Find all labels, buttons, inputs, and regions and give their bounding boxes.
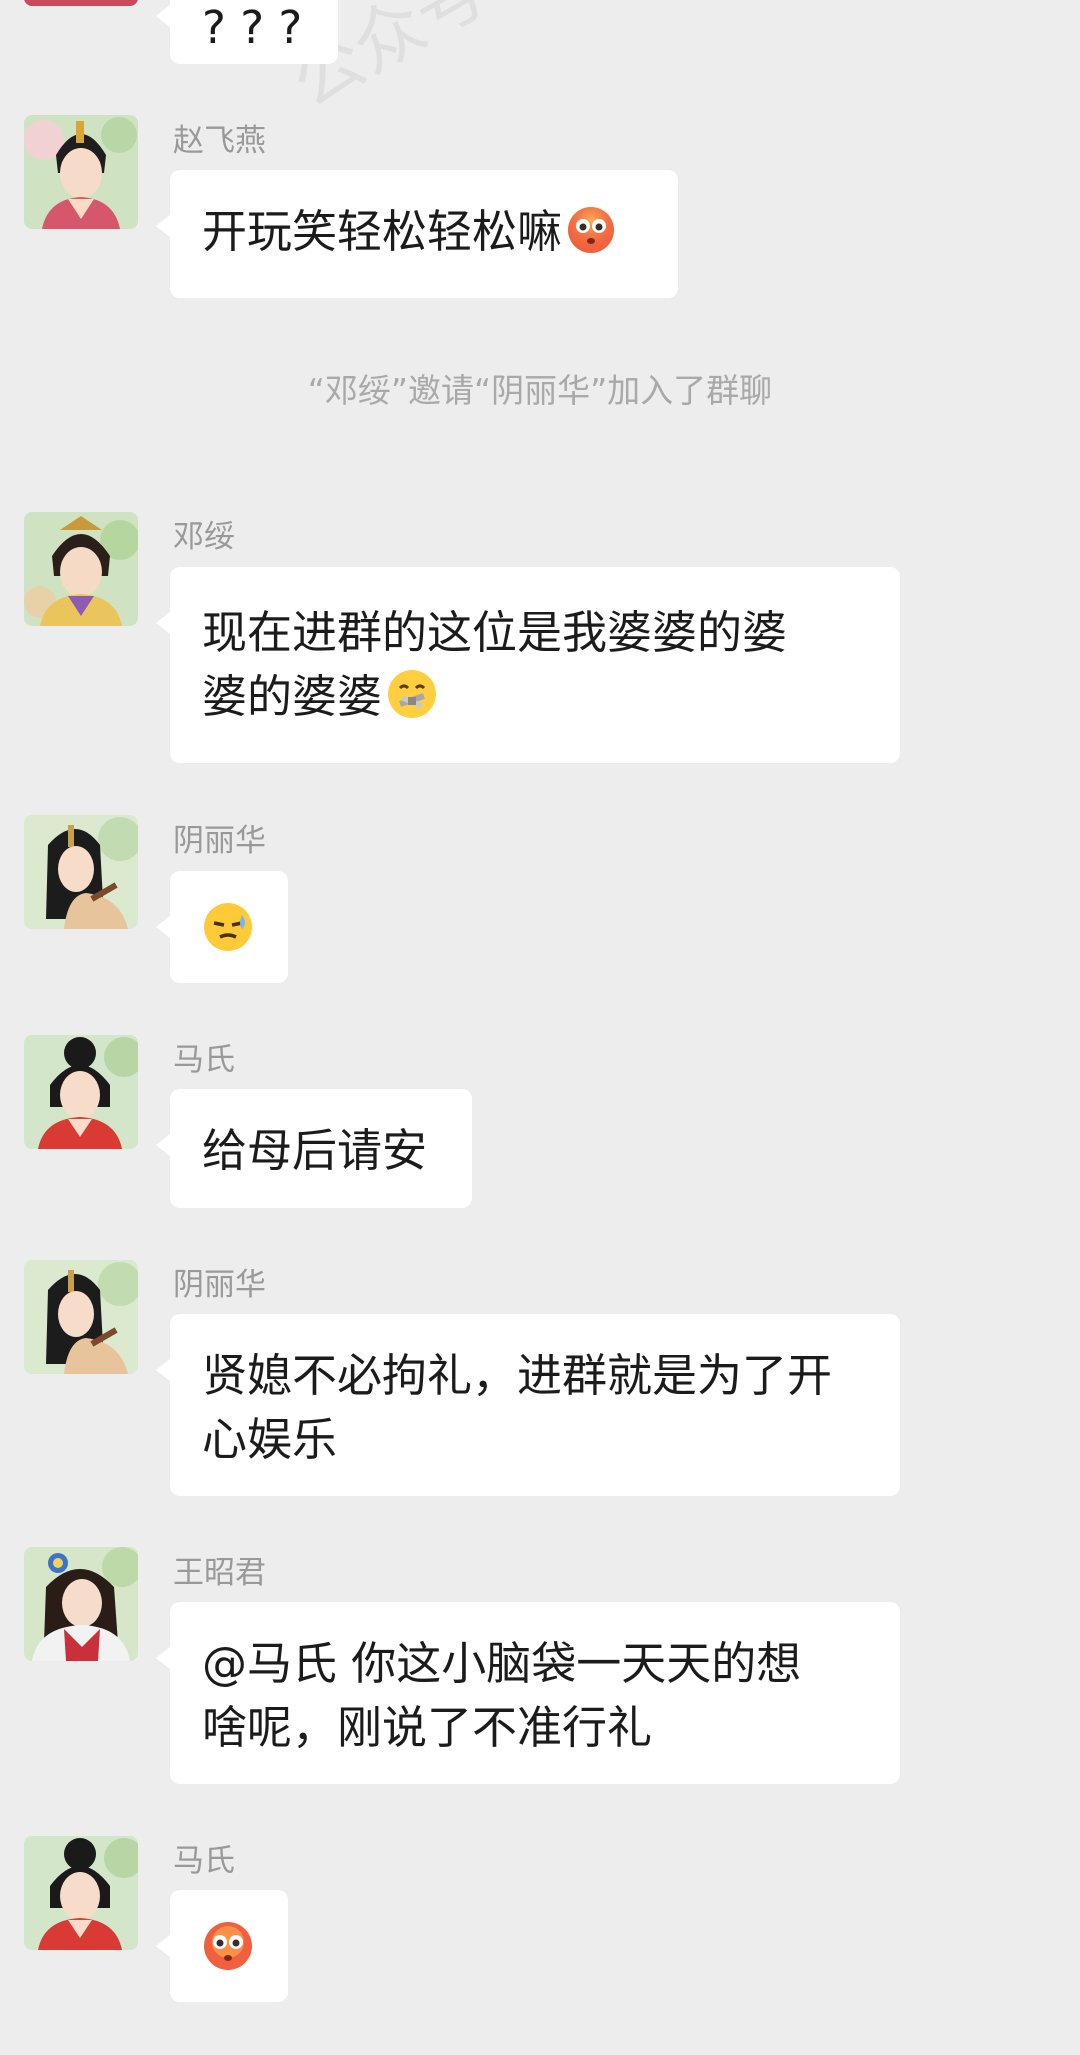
message-text: 心娱乐 xyxy=(202,1413,338,1466)
sender-name: 阴丽华 xyxy=(173,823,266,859)
sender-name: 阴丽华 xyxy=(173,1267,266,1303)
message-bubble[interactable] xyxy=(156,1890,288,2002)
message-text: 现在进群的这位是我婆婆的婆 xyxy=(202,606,788,659)
message-bubble[interactable] xyxy=(156,871,288,983)
avatar[interactable] xyxy=(24,1836,138,1950)
message-text: ? ? ? xyxy=(202,1,303,54)
message-text: 开玩笑轻松轻松嘛 xyxy=(202,205,563,258)
flushed-face-icon xyxy=(202,1922,254,1983)
unamused-face-icon xyxy=(202,903,254,964)
message-text: 啥呢，刚说了不准行礼 xyxy=(202,1701,653,1754)
sender-name: 马氏 xyxy=(173,1843,235,1879)
avatar[interactable] xyxy=(24,1035,138,1149)
message-bubble[interactable]: @马氏 你这小脑袋一天天的想 啥呢，刚说了不准行礼 xyxy=(156,1602,900,1784)
avatar[interactable] xyxy=(24,1260,138,1374)
avatar[interactable] xyxy=(24,0,138,6)
system-message: “邓绥”邀请“阴丽华”加入了群聊 xyxy=(307,371,773,410)
message-bubble[interactable]: 给母后请安 xyxy=(156,1089,472,1208)
avatar[interactable] xyxy=(24,815,138,929)
message-text: 贤媳不必拘礼，进群就是为了开 xyxy=(202,1349,833,1402)
zipper-mouth-face-icon xyxy=(386,668,438,737)
sender-name: 王昭君 xyxy=(173,1555,266,1591)
sender-name: 马氏 xyxy=(173,1042,235,1078)
message-bubble[interactable]: 开玩笑轻松轻松嘛 xyxy=(156,170,678,298)
message-text: 婆的婆婆 xyxy=(202,670,383,723)
avatar[interactable] xyxy=(24,1547,138,1661)
message-bubble[interactable]: ? ? ? xyxy=(156,0,338,64)
message-text: @马氏 你这小脑袋一天天的想 xyxy=(202,1637,802,1690)
flushed-face-icon xyxy=(566,205,616,272)
avatar[interactable] xyxy=(24,115,138,229)
avatar[interactable] xyxy=(24,512,138,626)
sender-name: 邓绥 xyxy=(173,519,235,555)
sender-name: 赵飞燕 xyxy=(173,123,266,159)
message-bubble[interactable]: 现在进群的这位是我婆婆的婆 婆的婆婆 xyxy=(156,567,900,763)
message-text: 给母后请安 xyxy=(202,1124,428,1177)
message-bubble[interactable]: 贤媳不必拘礼，进群就是为了开 心娱乐 xyxy=(156,1314,900,1496)
